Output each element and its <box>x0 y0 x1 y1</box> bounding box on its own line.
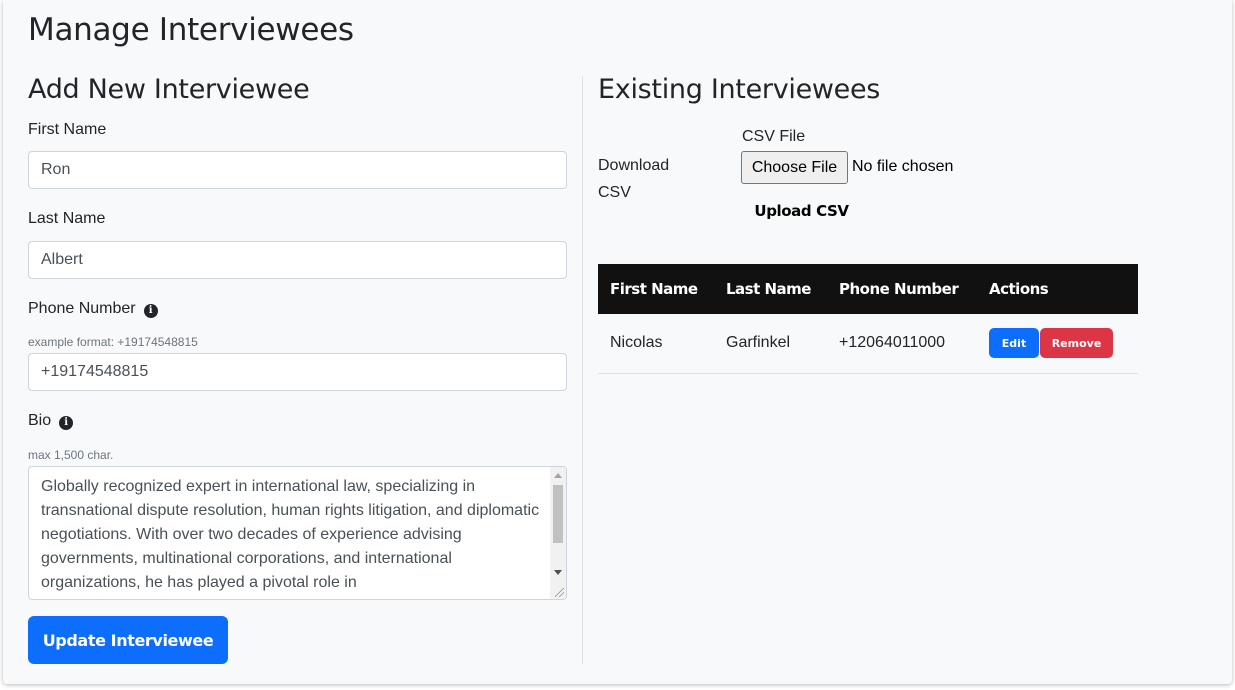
existing-interviewees-title: Existing Interviewees <box>598 74 881 105</box>
no-file-chosen-text: No file chosen <box>852 158 954 175</box>
first-name-label: First Name <box>28 121 107 138</box>
cell-first-name: Nicolas <box>598 314 714 374</box>
table-header-row: First Name Last Name Phone Number Action… <box>598 264 1138 314</box>
column-header-actions: Actions <box>977 264 1138 314</box>
table-row: Nicolas Garfinkel +12064011000 Edit Remov… <box>598 314 1138 374</box>
interviewees-table: First Name Last Name Phone Number Action… <box>598 264 1138 374</box>
csv-file-label: CSV File <box>742 128 806 145</box>
edit-button[interactable]: Edit <box>989 328 1039 359</box>
scroll-down-arrow-icon[interactable] <box>554 570 562 575</box>
column-divider <box>582 76 583 664</box>
bio-text: Globally recognized expert in internatio… <box>41 478 540 591</box>
last-name-label: Last Name <box>28 210 106 227</box>
bio-help-text: max 1,500 char. <box>28 448 114 462</box>
first-name-input[interactable]: Ron <box>28 151 567 189</box>
column-header-last-name: Last Name <box>714 264 827 314</box>
choose-file-button[interactable]: Choose File <box>741 151 848 184</box>
last-name-input[interactable]: Albert <box>28 241 567 279</box>
scroll-up-arrow-icon[interactable] <box>554 473 562 478</box>
page-title: Manage Interviewees <box>28 12 354 48</box>
info-icon[interactable]: i <box>143 304 158 318</box>
cell-phone-number: +12064011000 <box>827 314 977 374</box>
phone-input[interactable]: +19174548815 <box>28 353 567 391</box>
phone-label-row: Phone Number i <box>28 300 158 318</box>
column-header-first-name: First Name <box>598 264 714 314</box>
textarea-scrollbar[interactable] <box>550 467 566 599</box>
scrollbar-thumb[interactable] <box>553 485 563 543</box>
download-csv-link[interactable]: Download CSV <box>598 152 698 206</box>
bio-label-row: Bio i <box>28 412 74 430</box>
column-header-phone-number: Phone Number <box>827 264 977 314</box>
remove-button[interactable]: Remove <box>1040 328 1113 359</box>
bio-label: Bio <box>28 412 52 429</box>
cell-actions: Edit Remove <box>977 314 1138 374</box>
add-interviewee-title: Add New Interviewee <box>28 74 310 105</box>
phone-help-text: example format: +19174548815 <box>28 335 198 349</box>
update-interviewee-button[interactable]: Update Interviewee <box>28 616 228 664</box>
cell-last-name: Garfinkel <box>714 314 827 374</box>
manage-interviewees-card: Manage Interviewees Add New Interviewee … <box>3 0 1232 684</box>
upload-csv-button[interactable]: Upload CSV <box>744 196 859 226</box>
info-icon[interactable]: i <box>59 416 74 430</box>
phone-label: Phone Number <box>28 300 136 317</box>
bio-textarea[interactable]: Globally recognized expert in internatio… <box>28 466 567 600</box>
resize-grip-icon[interactable] <box>555 588 564 597</box>
